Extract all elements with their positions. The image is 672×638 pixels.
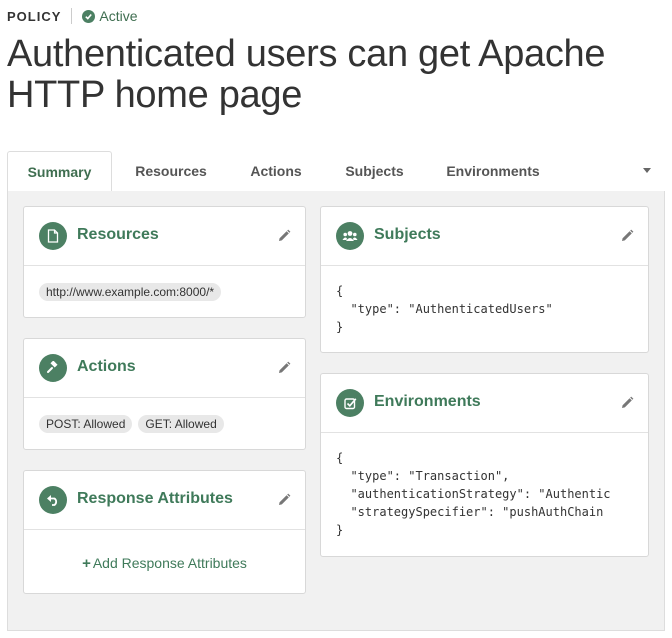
undo-icon [39,486,67,514]
tab-subjects[interactable]: Subjects [327,151,422,192]
environments-json: { "type": "Transaction", "authentication… [336,451,611,537]
tab-actions[interactable]: Actions [233,151,319,192]
card-title: Response Attributes [77,490,233,507]
pencil-icon[interactable] [620,229,634,243]
actions-card: Actions POST: Allowed GET: Allowed [23,338,306,450]
page-kicker: POLICY [7,8,62,24]
environments-card: Environments { "type": "Transaction", "a… [320,373,649,557]
card-title: Environments [374,393,481,410]
status-label: Active [99,8,138,24]
tab-environments[interactable]: Environments [435,151,551,192]
policy-header: POLICY Active [7,7,138,25]
action-chip: GET: Allowed [138,415,224,433]
add-link-label: Add Response Attributes [92,555,247,571]
card-header: Subjects [321,207,648,266]
file-icon [39,222,67,250]
subjects-json: { "type": "AuthenticatedUsers" } [336,284,553,334]
resource-chip: http://www.example.com:8000/* [39,283,222,301]
pencil-icon[interactable] [277,493,291,507]
card-header: Response Attributes [24,471,305,530]
card-header: Actions [24,339,305,398]
action-chip: POST: Allowed [39,415,133,433]
add-response-attributes-link[interactable]: + Add Response Attributes [24,555,305,572]
tab-summary[interactable]: Summary [7,151,112,193]
pencil-icon[interactable] [620,396,634,410]
gavel-icon [39,354,67,382]
checkbox-icon [336,389,364,417]
card-header: Environments [321,374,648,433]
tab-resources[interactable]: Resources [120,151,222,192]
card-title: Resources [77,226,159,243]
divider [71,8,73,24]
pencil-icon[interactable] [277,361,291,375]
card-title: Subjects [374,226,441,243]
users-icon [336,222,364,250]
resource-list: http://www.example.com:8000/* [24,266,305,301]
pencil-icon[interactable] [277,229,291,243]
status-badge: Active [82,8,138,24]
resources-card: Resources http://www.example.com:8000/* [23,206,306,318]
subjects-card: Subjects { "type": "AuthenticatedUsers" … [320,206,649,353]
action-list: POST: Allowed GET: Allowed [24,398,305,433]
plus-icon: + [82,555,91,572]
page-title: Authenticated users can get Apache HTTP … [7,33,606,116]
check-circle-icon [82,9,96,23]
response-attributes-card: Response Attributes + Add Response Attrib… [23,470,306,594]
card-header: Resources [24,207,305,266]
card-title: Actions [77,358,136,375]
tabs-dropdown-caret-icon[interactable] [643,168,651,173]
tab-bar: Summary Resources Actions Subjects Envir… [7,151,665,193]
